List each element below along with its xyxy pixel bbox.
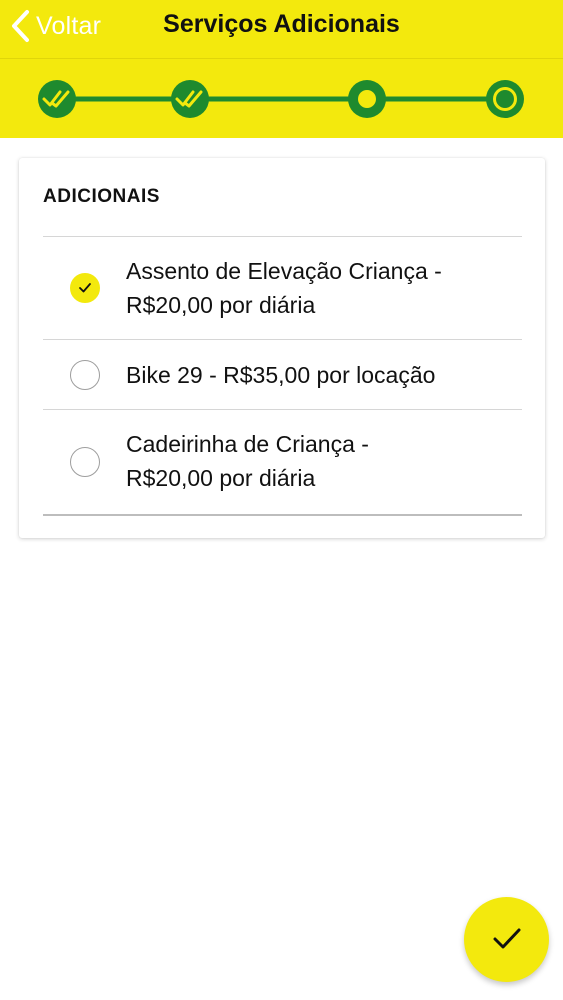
page-title: Serviços Adicionais (163, 10, 400, 38)
step-1-completed (38, 80, 76, 118)
step-3-current (348, 80, 386, 118)
step-4-pending (486, 80, 524, 118)
progress-stepper (0, 58, 563, 138)
confirm-button[interactable] (464, 897, 549, 982)
option-label: Bike 29 - R$35,00 por locação (126, 362, 436, 388)
option-label-line1: Cadeirinha de Criança - (126, 431, 369, 457)
navigation-bar: Voltar Serviços Adicionais (0, 0, 563, 58)
option-label-line2: R$20,00 por diária (126, 465, 316, 491)
option-cadeirinha-crianca[interactable]: Cadeirinha de Criança - R$20,00 por diár… (43, 410, 522, 514)
checkbox-checked[interactable] (70, 273, 100, 303)
additionals-card: ADICIONAIS Assento de Elevação Criança -… (19, 158, 545, 538)
checkbox-unchecked[interactable] (70, 447, 100, 477)
option-label: Cadeirinha de Criança - R$20,00 por diár… (126, 427, 369, 495)
option-label-line1: Assento de Elevação Criança - (126, 258, 442, 284)
card-title: ADICIONAIS (43, 186, 160, 207)
option-assento-elevacao[interactable]: Assento de Elevação Criança - R$20,00 po… (43, 237, 522, 339)
divider (43, 514, 522, 516)
option-label-line2: R$20,00 por diária (126, 292, 316, 318)
check-icon (79, 283, 91, 293)
option-label: Assento de Elevação Criança - R$20,00 po… (126, 254, 442, 322)
checkbox-unchecked[interactable] (70, 360, 100, 390)
check-icon (493, 928, 521, 949)
step-2-completed (171, 80, 209, 118)
option-bike-29[interactable]: Bike 29 - R$35,00 por locação (43, 340, 522, 409)
